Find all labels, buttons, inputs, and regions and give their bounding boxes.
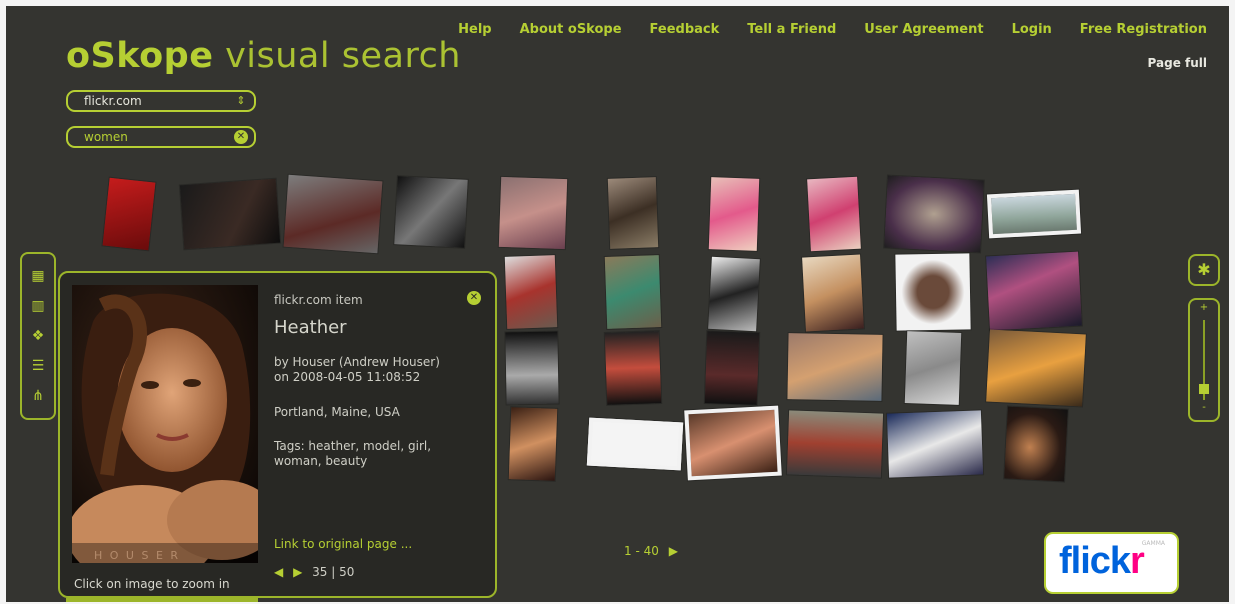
nav-free-registration[interactable]: Free Registration [1080,22,1207,37]
original-page-link[interactable]: Link to original page ... [274,537,412,551]
zoom-plus-icon[interactable]: + [1190,302,1218,313]
portrait-image [72,285,258,563]
flickr-logo[interactable]: flickr GAMMA [1044,532,1179,594]
updown-arrows-icon: ⇕ [236,94,246,107]
photo-thumbnail[interactable] [586,417,684,471]
next-arrow-icon[interactable]: ▶ [293,565,302,579]
nav-login[interactable]: Login [1012,22,1052,37]
photo-title: Heather [274,317,347,338]
photo-thumbnail[interactable] [102,177,156,251]
nav-help[interactable]: Help [458,22,491,37]
next-page-icon[interactable]: ▶ [669,544,678,558]
photo-thumbnail[interactable] [1004,406,1068,482]
zoom-slider[interactable]: + - [1188,298,1220,422]
stack-view-icon[interactable]: ▥ [30,298,46,314]
photo-thumbnail[interactable] [508,407,558,481]
close-detail-icon[interactable]: ✕ [467,291,481,305]
zoom-knob[interactable] [1199,384,1209,394]
nav-user-agreement[interactable]: User Agreement [864,22,983,37]
photo-thumbnail[interactable] [604,331,662,405]
top-navigation: Help About oSkope Feedback Tell a Friend… [458,22,1207,37]
photo-thumbnail[interactable] [607,177,659,249]
logo-light-text: visual search [225,36,461,76]
photo-detail-panel: H O U S E R Click on image to zoom in fl… [58,271,497,598]
source-select[interactable]: flickr.com ⇕ [66,90,256,112]
photo-thumbnail[interactable] [708,256,760,332]
zoom-hint: Click on image to zoom in [74,577,230,591]
photo-thumbnail[interactable] [708,177,760,251]
cluster-view-icon[interactable]: ❖ [30,328,46,344]
search-input[interactable]: women ✕ [66,126,256,148]
flickr-wordmark: flickr [1059,540,1145,582]
photo-date: on 2008-04-05 11:08:52 [274,370,421,384]
clear-search-icon[interactable]: ✕ [234,130,248,144]
settings-gear-icon[interactable]: ✱ [1188,254,1220,286]
grid-view-icon[interactable]: ▦ [30,268,46,284]
app-window: oSkope visual search Help About oSkope F… [6,6,1229,602]
detail-counter: 35 | 50 [312,565,355,579]
photo-tags: Tags: heather, model, girl, woman, beaut… [274,439,432,468]
photo-thumbnail[interactable] [394,176,468,248]
photo-thumbnail[interactable] [684,405,782,481]
source-select-value: flickr.com [84,94,142,108]
photo-thumbnail[interactable] [807,176,861,252]
photo-author: by Houser (Andrew Houser) [274,355,440,369]
pager: 1 - 40 ▶ [624,544,678,558]
photo-thumbnail[interactable] [884,175,984,253]
detail-photo[interactable] [72,285,258,563]
photo-thumbnail[interactable] [498,176,568,250]
photo-thumbnail[interactable] [886,410,984,478]
logo-bold-text: oSkope [66,36,214,76]
pager-range: 1 - 40 [624,544,659,558]
photo-thumbnail[interactable] [986,189,1082,239]
view-mode-toolbar: ▦ ▥ ❖ ☰ ⋔ [20,252,56,420]
photo-thumbnail[interactable] [895,253,971,331]
photo-watermark: H O U S E R [94,549,181,562]
photo-thumbnail[interactable] [802,254,864,332]
photo-thumbnail[interactable] [604,255,662,329]
previous-arrow-icon[interactable]: ◀ [274,565,283,579]
zoom-minus-icon[interactable]: - [1190,402,1218,413]
photo-thumbnail[interactable] [704,331,760,405]
photo-location: Portland, Maine, USA [274,405,400,419]
photo-thumbnail[interactable] [904,331,962,405]
oskope-logo[interactable]: oSkope visual search [66,36,461,76]
photo-thumbnail[interactable] [787,333,883,401]
bottom-accent-bar [66,598,258,602]
nav-feedback[interactable]: Feedback [650,22,720,37]
graph-view-icon[interactable]: ⋔ [30,388,46,404]
photo-thumbnail[interactable] [283,174,383,254]
photo-thumbnail[interactable] [986,251,1082,331]
list-view-icon[interactable]: ☰ [30,358,46,374]
detail-navigation: ◀ ▶ 35 | 50 [274,565,354,579]
flickr-gamma-label: GAMMA [1141,540,1165,547]
nav-tell-a-friend[interactable]: Tell a Friend [747,22,836,37]
item-source-label: flickr.com item [274,293,363,307]
photo-thumbnail[interactable] [786,410,884,478]
nav-about[interactable]: About oSkope [520,22,622,37]
photo-thumbnail[interactable] [986,329,1086,407]
photo-thumbnail[interactable] [504,255,558,329]
photo-thumbnail[interactable] [505,331,559,405]
page-full-toggle[interactable]: Page full [1148,56,1207,70]
search-input-value: women [84,130,128,144]
photo-thumbnail[interactable] [179,178,281,250]
